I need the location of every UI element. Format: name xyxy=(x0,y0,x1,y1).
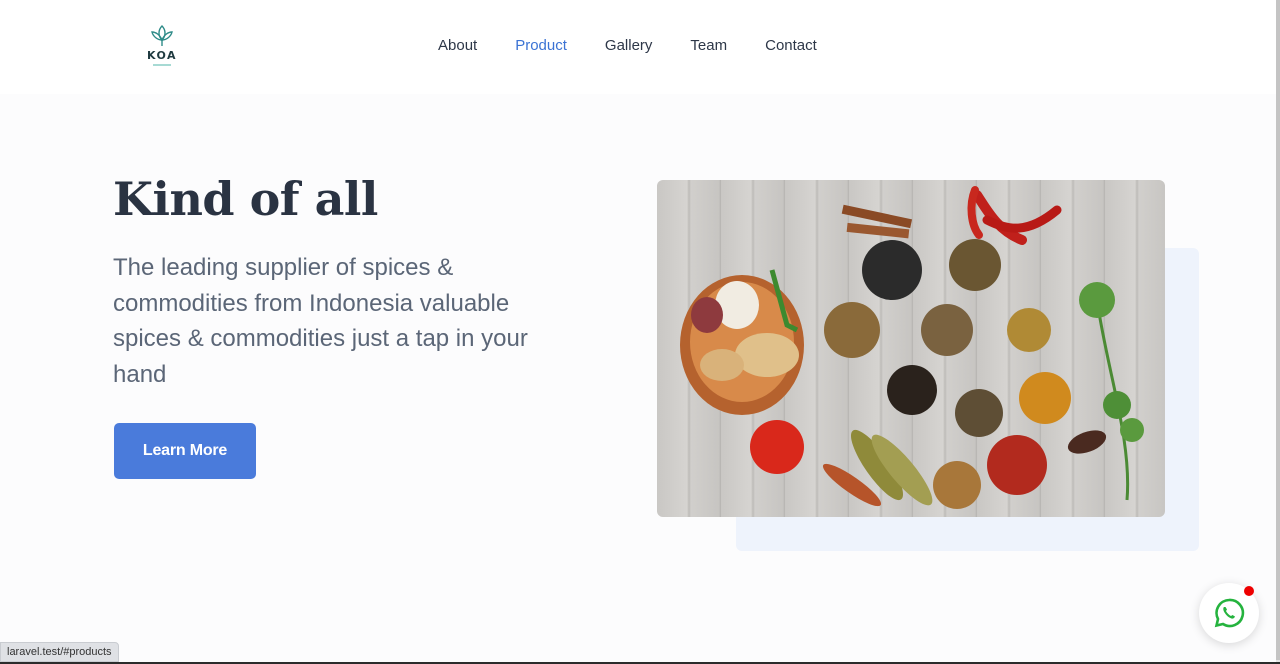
status-bar-url: laravel.test/#products xyxy=(0,642,119,662)
leaf-icon xyxy=(151,25,173,46)
site-header: KOA About Product Gallery Team Contact xyxy=(0,0,1280,94)
nav-team[interactable]: Team xyxy=(690,36,727,56)
brand-name: KOA xyxy=(146,49,178,62)
notification-badge xyxy=(1244,586,1254,596)
whatsapp-icon xyxy=(1214,598,1245,628)
brand-logo[interactable]: KOA xyxy=(140,24,184,70)
spices-photo xyxy=(657,180,1165,517)
spices-illustration xyxy=(680,186,1144,509)
hero-description: The leading supplier of spices & commodi… xyxy=(113,254,528,388)
page-scrollbar[interactable] xyxy=(1276,0,1280,664)
brand-underline xyxy=(153,64,171,66)
hero-title: Kind of all xyxy=(113,172,378,226)
scrollbar-thumb[interactable] xyxy=(1276,0,1280,660)
nav-about[interactable]: About xyxy=(438,36,477,56)
nav-contact[interactable]: Contact xyxy=(765,36,817,56)
nav-product[interactable]: Product xyxy=(515,36,567,56)
learn-more-button[interactable]: Learn More xyxy=(114,423,256,479)
whatsapp-button[interactable] xyxy=(1199,583,1259,643)
main-nav: About Product Gallery Team Contact xyxy=(438,36,855,56)
nav-gallery[interactable]: Gallery xyxy=(605,36,653,56)
